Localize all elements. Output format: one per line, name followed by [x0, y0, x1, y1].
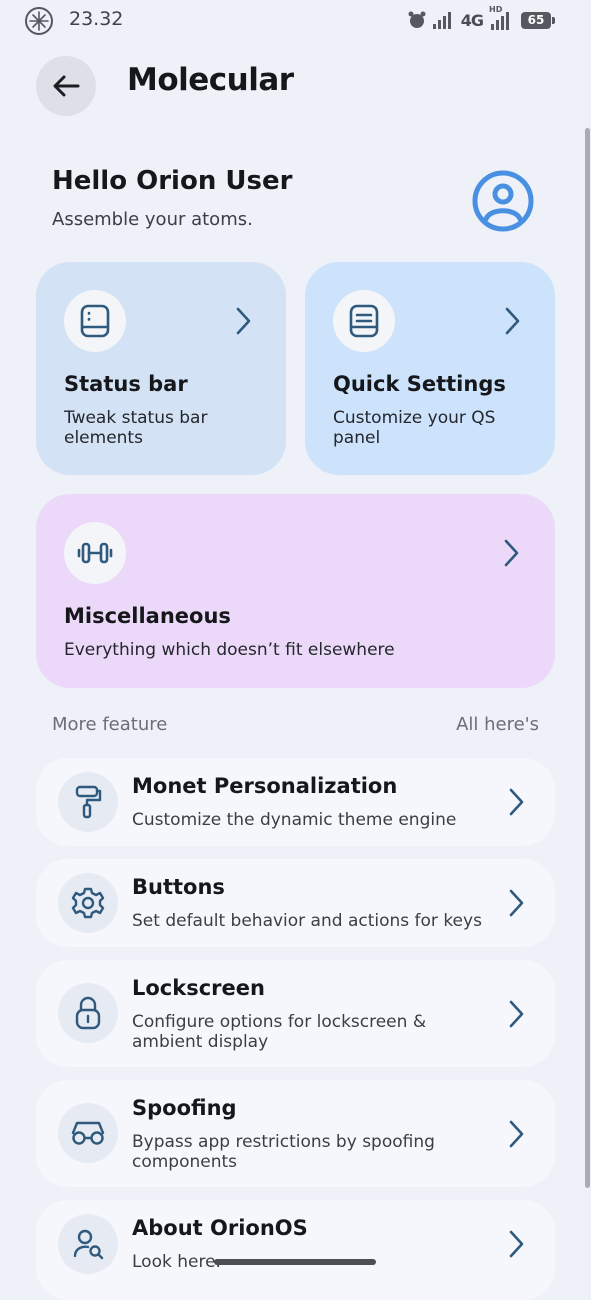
chevron-right-icon	[509, 889, 524, 917]
chevron-right-icon	[509, 1120, 524, 1148]
arrow-left-icon	[53, 75, 80, 97]
qs-tile-icon	[349, 304, 379, 338]
orion-logo-icon	[25, 7, 53, 35]
miscellaneous-card-icon-wrap	[64, 522, 126, 584]
quick-settings-card-description: Customize your QS panel	[333, 408, 496, 448]
status-bar-card-description: Tweak status bar elements	[64, 408, 208, 448]
miscellaneous-card-title: Miscellaneous	[64, 604, 231, 628]
item-description: Customize the dynamic theme engine	[132, 810, 457, 830]
network-type: 4G	[460, 10, 484, 30]
chevron-right-icon	[236, 307, 251, 335]
item-icon-wrap	[58, 772, 118, 832]
user-avatar-icon[interactable]	[472, 170, 534, 232]
item-title: About OrionOS	[132, 1216, 308, 1240]
item-icon-wrap	[58, 1214, 118, 1274]
list-item-monet-personalization[interactable]: Monet Personalization Customize the dyna…	[36, 758, 555, 846]
section-title: More feature	[52, 714, 168, 735]
quick-settings-card-title: Quick Settings	[333, 372, 506, 396]
miscellaneous-card-description: Everything which doesn’t fit elsewhere	[64, 640, 395, 660]
item-description: Set default behavior and actions for key…	[132, 911, 482, 931]
glasses-icon	[71, 1121, 105, 1145]
phone-icon	[80, 304, 110, 338]
alarm-icon	[408, 11, 426, 28]
back-button[interactable]	[36, 56, 96, 116]
signal-icon	[432, 12, 451, 29]
greeting-title: Hello Orion User	[52, 166, 293, 196]
hd-badge: HD	[489, 5, 503, 14]
user-search-icon	[73, 1229, 104, 1260]
item-description: Bypass app restrictions by spoofing comp…	[132, 1132, 435, 1172]
gear-icon	[71, 887, 105, 919]
signal-hd-icon: HD	[489, 5, 515, 30]
miscellaneous-card[interactable]: Miscellaneous Everything which doesn’t f…	[36, 494, 555, 688]
chevron-right-icon	[509, 1000, 524, 1028]
list-item-about-orionos[interactable]: About OrionOS Look here.	[36, 1200, 555, 1300]
list-item-buttons[interactable]: Buttons Set default behavior and actions…	[36, 859, 555, 947]
chevron-right-icon	[505, 307, 520, 335]
status-bar-card[interactable]: Status bar Tweak status bar elements	[36, 262, 286, 475]
dumbbell-icon	[77, 542, 113, 564]
item-title: Monet Personalization	[132, 774, 398, 798]
item-icon-wrap	[58, 1103, 118, 1163]
item-title: Spoofing	[132, 1096, 237, 1120]
chevron-right-icon	[504, 539, 519, 567]
status-bar-card-title: Status bar	[64, 372, 188, 396]
lock-icon	[75, 996, 101, 1030]
scrollbar[interactable]	[585, 128, 590, 1188]
item-icon-wrap	[58, 873, 118, 933]
chevron-right-icon	[509, 788, 524, 816]
item-title: Buttons	[132, 875, 225, 899]
item-title: Lockscreen	[132, 976, 265, 1000]
status-bar-card-icon-wrap	[64, 290, 126, 352]
section-all-link[interactable]: All here's	[456, 714, 539, 735]
clock-time: 23.32	[69, 8, 124, 30]
list-item-lockscreen[interactable]: Lockscreen Configure options for lockscr…	[36, 960, 555, 1067]
paint-roller-icon	[75, 785, 102, 819]
item-description: Configure options for lockscreen & ambie…	[132, 1012, 427, 1052]
quick-settings-card-icon-wrap	[333, 290, 395, 352]
battery-icon: 65	[521, 11, 555, 29]
item-icon-wrap	[58, 983, 118, 1043]
quick-settings-card[interactable]: Quick Settings Customize your QS panel	[305, 262, 555, 475]
home-indicator[interactable]	[214, 1259, 376, 1265]
list-item-spoofing[interactable]: Spoofing Bypass app restrictions by spoo…	[36, 1080, 555, 1187]
system-status-bar: 23.32 4G HD 65	[0, 0, 591, 44]
chevron-right-icon	[509, 1230, 524, 1258]
page-title: Molecular	[127, 62, 294, 98]
status-icons: 4G HD 65	[407, 5, 555, 30]
greeting-subtitle: Assemble your atoms.	[52, 209, 253, 230]
